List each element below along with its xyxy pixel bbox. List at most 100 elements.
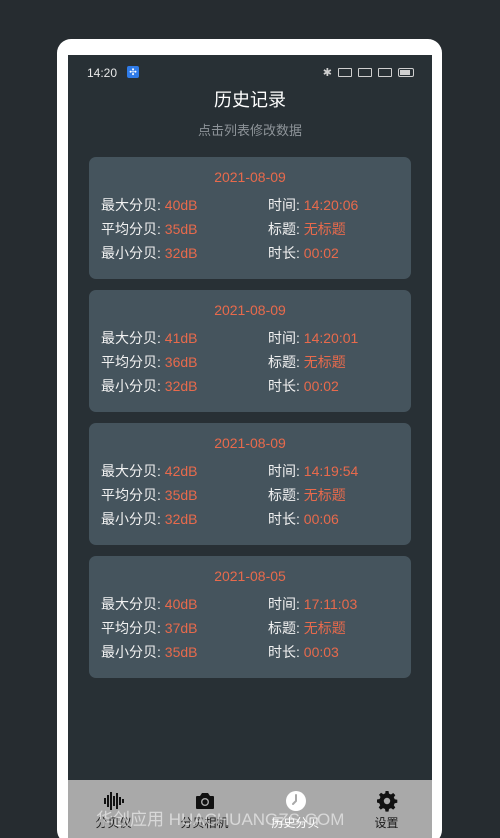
- duration-label: 时长:: [268, 245, 300, 261]
- time-label: 时间:: [268, 596, 300, 612]
- min-db-value: 32dB: [164, 378, 198, 394]
- max-db-label: 最大分贝:: [101, 197, 161, 213]
- title-label: 标题:: [268, 620, 300, 636]
- min-db-label: 最小分贝:: [101, 644, 161, 660]
- signal-icon: [358, 68, 372, 77]
- clock-icon: [285, 791, 306, 811]
- avg-db-value: 37dB: [164, 620, 198, 636]
- duration-value: 00:02: [303, 245, 339, 261]
- avg-db-field: 平均分贝: 37dB: [101, 618, 197, 638]
- signal-2-icon: [378, 68, 392, 77]
- gear-icon: [376, 791, 397, 812]
- min-db-field: 最小分贝: 32dB: [101, 376, 197, 396]
- min-db-label: 最小分贝:: [101, 378, 161, 394]
- avg-db-value: 35dB: [164, 221, 198, 237]
- time-field: 时间: 14:20:06: [268, 195, 358, 215]
- max-db-value: 40dB: [164, 197, 198, 213]
- page-title: 历史记录: [214, 90, 286, 110]
- nav-item-history[interactable]: 历史分贝: [250, 780, 341, 838]
- time-label: 时间:: [268, 463, 300, 479]
- min-db-field: 最小分贝: 32dB: [101, 243, 197, 263]
- time-label: 时间:: [268, 197, 300, 213]
- max-db-field: 最大分贝: 40dB: [101, 195, 197, 215]
- max-db-value: 40dB: [164, 596, 198, 612]
- title-value: 无标题: [303, 487, 346, 503]
- avg-db-field: 平均分贝: 36dB: [101, 352, 197, 372]
- max-db-field: 最大分贝: 40dB: [101, 594, 197, 614]
- time-value: 14:20:06: [303, 197, 359, 213]
- max-db-value: 41dB: [164, 330, 198, 346]
- avg-db-field: 平均分贝: 35dB: [101, 219, 197, 239]
- record-card[interactable]: 2021-08-05 最大分贝: 40dB 平均分贝: 37dB 最小分贝: 3…: [89, 556, 411, 678]
- duration-field: 时长: 00:06: [268, 509, 339, 529]
- avg-db-field: 平均分贝: 35dB: [101, 485, 197, 505]
- max-db-field: 最大分贝: 42dB: [101, 461, 197, 481]
- max-db-value: 42dB: [164, 463, 198, 479]
- page-subtitle: 点击列表修改数据: [197, 123, 302, 138]
- time-value: 14:19:54: [303, 463, 359, 479]
- time-field: 时间: 17:11:03: [268, 594, 357, 614]
- record-card[interactable]: 2021-08-09 最大分贝: 42dB 平均分贝: 35dB 最小分贝: 3…: [89, 423, 411, 545]
- app-notification-icon: ✣: [127, 66, 139, 78]
- duration-field: 时长: 00:03: [268, 642, 339, 662]
- time-field: 时间: 14:19:54: [268, 461, 358, 481]
- title-label: 标题:: [268, 221, 300, 237]
- avg-db-label: 平均分贝:: [101, 620, 161, 636]
- title-value: 无标题: [303, 221, 346, 237]
- time-value: 14:20:01: [303, 330, 359, 346]
- battery-icon: [398, 68, 414, 77]
- title-field: 标题: 无标题: [268, 219, 346, 239]
- avg-db-value: 35dB: [164, 487, 198, 503]
- title-field: 标题: 无标题: [268, 352, 346, 372]
- record-date: 2021-08-05: [214, 568, 286, 584]
- avg-db-label: 平均分贝:: [101, 221, 161, 237]
- title-label: 标题:: [268, 354, 300, 370]
- avg-db-value: 36dB: [164, 354, 198, 370]
- title-field: 标题: 无标题: [268, 618, 346, 638]
- duration-label: 时长:: [268, 511, 300, 527]
- bottom-nav: 分贝仪 分贝相机 历史分贝 设置: [68, 780, 432, 838]
- min-db-field: 最小分贝: 35dB: [101, 642, 197, 662]
- avg-db-label: 平均分贝:: [101, 354, 161, 370]
- nav-label: 分贝仪: [95, 816, 132, 830]
- hd-icon: [338, 68, 352, 77]
- time-label: 时间:: [268, 330, 300, 346]
- record-card[interactable]: 2021-08-09 最大分贝: 41dB 平均分贝: 36dB 最小分贝: 3…: [89, 290, 411, 412]
- duration-field: 时长: 00:02: [268, 376, 339, 396]
- title-field: 标题: 无标题: [268, 485, 346, 505]
- title-value: 无标题: [303, 620, 346, 636]
- record-date: 2021-08-09: [214, 302, 286, 318]
- duration-value: 00:03: [303, 644, 339, 660]
- max-db-label: 最大分贝:: [101, 463, 161, 479]
- duration-value: 00:02: [303, 378, 339, 394]
- time-field: 时间: 14:20:01: [268, 328, 358, 348]
- nav-label: 分贝相机: [180, 816, 229, 830]
- status-time: 14:20: [87, 66, 118, 80]
- min-db-value: 32dB: [164, 511, 198, 527]
- waveform-icon: [103, 792, 124, 810]
- duration-label: 时长:: [268, 644, 300, 660]
- bluetooth-icon: ✱: [322, 67, 332, 79]
- camera-icon: [195, 793, 214, 809]
- record-date: 2021-08-09: [214, 435, 286, 451]
- time-value: 17:11:03: [303, 596, 358, 612]
- max-db-label: 最大分贝:: [101, 596, 161, 612]
- min-db-label: 最小分贝:: [101, 511, 161, 527]
- record-card[interactable]: 2021-08-09 最大分贝: 40dB 平均分贝: 35dB 最小分贝: 3…: [89, 157, 411, 279]
- record-date: 2021-08-09: [214, 169, 286, 185]
- max-db-field: 最大分贝: 41dB: [101, 328, 197, 348]
- min-db-value: 32dB: [164, 245, 198, 261]
- nav-item-decibel-camera[interactable]: 分贝相机: [159, 780, 250, 838]
- duration-label: 时长:: [268, 378, 300, 394]
- min-db-field: 最小分贝: 32dB: [101, 509, 197, 529]
- nav-label: 历史分贝: [271, 816, 320, 830]
- nav-item-settings[interactable]: 设置: [341, 780, 432, 838]
- max-db-label: 最大分贝:: [101, 330, 161, 346]
- duration-value: 00:06: [303, 511, 339, 527]
- nav-item-decibel-meter[interactable]: 分贝仪: [68, 780, 159, 838]
- avg-db-label: 平均分贝:: [101, 487, 161, 503]
- nav-label: 设置: [374, 816, 399, 830]
- min-db-label: 最小分贝:: [101, 245, 161, 261]
- app-screen: 14:20 ✣ ✱ 历史记录 点击列表修改数据 2021-08-09 最大分贝:…: [68, 55, 432, 838]
- title-label: 标题:: [268, 487, 300, 503]
